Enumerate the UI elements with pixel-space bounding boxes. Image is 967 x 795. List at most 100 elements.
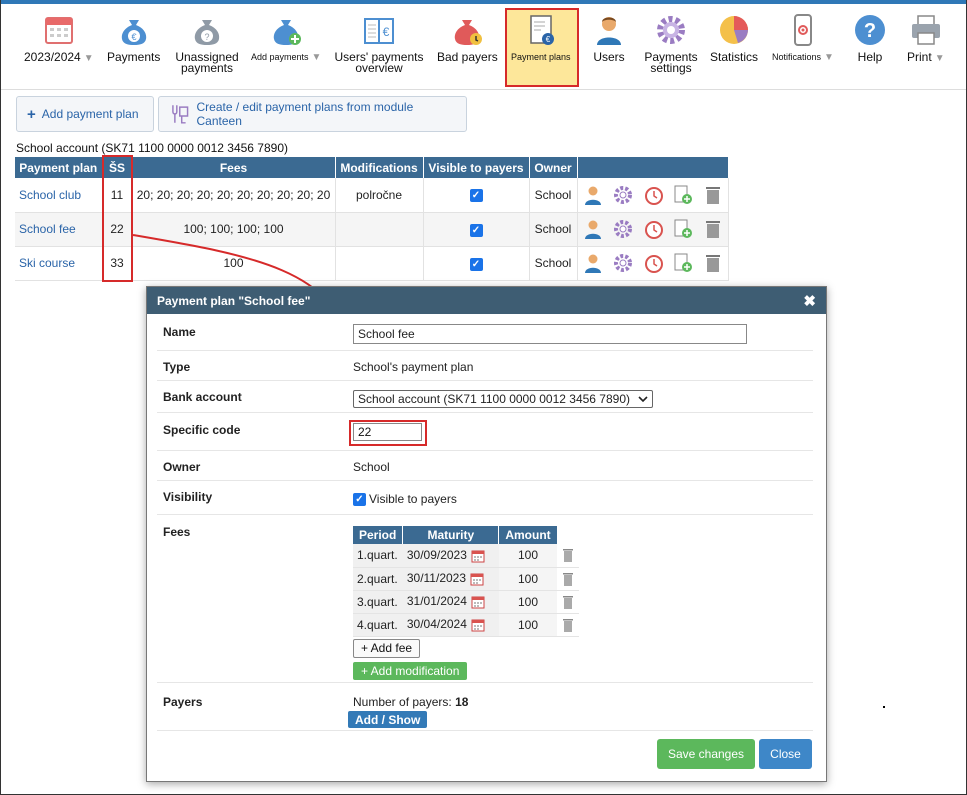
toolbar-item-payment-plans[interactable]: € Payment plans: [511, 12, 571, 63]
trash-icon[interactable]: [561, 547, 575, 563]
name-label: Name: [163, 325, 196, 339]
user-icon[interactable]: [582, 218, 604, 240]
add-modification-button[interactable]: + Add modification: [353, 661, 468, 680]
save-changes-button[interactable]: Save changes: [657, 739, 755, 769]
ss-column-highlight: [102, 155, 133, 282]
calendar-icon[interactable]: [471, 618, 485, 632]
fees-col-period: Period: [353, 526, 404, 544]
col-header-actions: [577, 157, 729, 178]
add-fee-button[interactable]: + Add fee: [353, 638, 421, 658]
ledger-icon: €: [364, 18, 394, 44]
visible-checkbox[interactable]: ✓: [469, 189, 483, 203]
stray-dot: [883, 706, 885, 708]
toolbar-item-payments-settings[interactable]: Payments settings: [643, 12, 699, 74]
toolbar-item-unassigned-payments[interactable]: ? Unassigned payments: [173, 12, 241, 74]
gear-icon: [657, 16, 685, 44]
plan-visible: ✓: [423, 212, 530, 247]
user-icon[interactable]: [582, 252, 604, 274]
specific-code-input[interactable]: [353, 423, 422, 441]
plan-name-link[interactable]: School fee: [15, 212, 103, 247]
copy-document-icon[interactable]: [672, 218, 694, 240]
trash-icon[interactable]: [702, 252, 724, 274]
owner-value: School: [353, 460, 390, 474]
toolbar-item-notifications[interactable]: Notifications ▼: [772, 12, 834, 63]
visible-checkbox[interactable]: ✓: [469, 223, 483, 237]
chevron-down-icon: ▼: [311, 52, 322, 63]
add-payments-icon: [274, 20, 302, 45]
toolbar-item-print[interactable]: Print ▼: [907, 12, 945, 64]
toolbar-item-help[interactable]: ? Help: [852, 12, 888, 63]
bad-payers-icon: [455, 20, 483, 45]
col-header-payment-plan: Payment plan: [15, 157, 103, 178]
trash-icon[interactable]: [561, 594, 575, 610]
plan-actions: [577, 178, 729, 213]
add-show-payers-button[interactable]: Add / Show: [348, 711, 428, 728]
history-clock-icon[interactable]: [642, 218, 664, 240]
copy-document-icon[interactable]: [672, 252, 694, 274]
dialog-header: Payment plan "School fee" ✖: [147, 287, 826, 314]
name-input[interactable]: [353, 324, 747, 344]
fee-amount: 100: [498, 544, 558, 568]
visible-checkbox[interactable]: ✓: [469, 257, 483, 271]
close-button[interactable]: Close: [759, 739, 812, 769]
fee-maturity[interactable]: 30/09/2023: [402, 544, 499, 568]
fee-amount: 100: [498, 613, 558, 637]
fee-amount: 100: [498, 590, 558, 614]
history-clock-icon[interactable]: [642, 252, 664, 274]
fee-maturity[interactable]: 30/04/2024: [402, 613, 499, 637]
trash-icon[interactable]: [702, 218, 724, 240]
visibility-checkbox[interactable]: ✓: [353, 492, 366, 506]
canteen-plans-button[interactable]: Create / edit payment plans from module …: [158, 96, 467, 132]
pie-chart-icon: [720, 16, 748, 44]
row-bank: Bank account School account (SK71 1100 0…: [157, 381, 813, 413]
toolbar-item-statistics[interactable]: Statistics: [710, 12, 758, 63]
fee-period: 2.quart.: [353, 567, 403, 591]
add-payment-plan-button[interactable]: + Add payment plan: [16, 96, 154, 132]
row-owner: Owner School: [157, 451, 813, 481]
row-visibility: Visibility ✓ Visible to payers: [157, 481, 813, 515]
calendar-icon[interactable]: [470, 572, 484, 586]
calendar-icon: [44, 17, 73, 44]
type-value: School's payment plan: [353, 360, 474, 374]
plan-fees: 100; 100; 100; 100: [132, 212, 336, 247]
col-header-visible: Visible to payers: [423, 157, 530, 178]
fee-maturity[interactable]: 31/01/2024: [402, 590, 499, 614]
fee-maturity[interactable]: 30/11/2023: [402, 567, 499, 591]
plan-modifications: [335, 246, 424, 281]
plan-visible: ✓: [423, 178, 530, 213]
visibility-checkbox-label: Visible to payers: [369, 492, 457, 506]
calendar-icon[interactable]: [471, 549, 485, 563]
plan-name-link[interactable]: Ski course: [15, 246, 103, 281]
toolbar-item-payments[interactable]: € Payments: [107, 12, 160, 63]
fee-row: 4.quart. 30/04/2024 100: [353, 613, 580, 637]
user-icon: [597, 17, 621, 45]
gear-icon[interactable]: [612, 218, 634, 240]
calendar-icon[interactable]: [471, 595, 485, 609]
plan-name-link[interactable]: School club: [15, 178, 103, 213]
gear-icon[interactable]: [612, 252, 634, 274]
fee-row: 3.quart. 31/01/2024 100: [353, 590, 580, 614]
close-icon[interactable]: ✖: [803, 292, 816, 310]
fee-amount: 100: [498, 567, 558, 591]
trash-icon[interactable]: [561, 617, 575, 633]
fee-row: 1.quart. 30/09/2023 100: [353, 544, 580, 568]
svg-text:€: €: [546, 35, 551, 44]
toolbar-item-school-year[interactable]: 2023/2024 ▼: [24, 12, 94, 64]
copy-document-icon[interactable]: [672, 184, 694, 206]
phone-icon: [793, 14, 812, 46]
toolbar-item-users-payments-overview[interactable]: € Users' payments overview: [334, 12, 424, 74]
trash-icon[interactable]: [702, 184, 724, 206]
history-clock-icon[interactable]: [642, 184, 664, 206]
row-fees: Fees Period Maturity Amount 1.quart. 30/…: [157, 515, 813, 683]
toolbar-item-add-payments[interactable]: Add payments ▼: [251, 12, 321, 63]
plan-actions: [577, 246, 729, 281]
payers-count: 18: [455, 695, 469, 709]
toolbar-item-bad-payers[interactable]: Bad payers: [437, 12, 498, 63]
user-icon[interactable]: [582, 184, 604, 206]
bank-account-select[interactable]: School account (SK71 1100 0000 0012 3456…: [353, 390, 653, 408]
toolbar-item-users[interactable]: Users: [591, 12, 627, 63]
fees-table: Period Maturity Amount 1.quart. 30/09/20…: [353, 526, 580, 637]
trash-icon[interactable]: [561, 571, 575, 587]
chevron-down-icon: ▼: [824, 52, 834, 63]
gear-icon[interactable]: [612, 184, 634, 206]
